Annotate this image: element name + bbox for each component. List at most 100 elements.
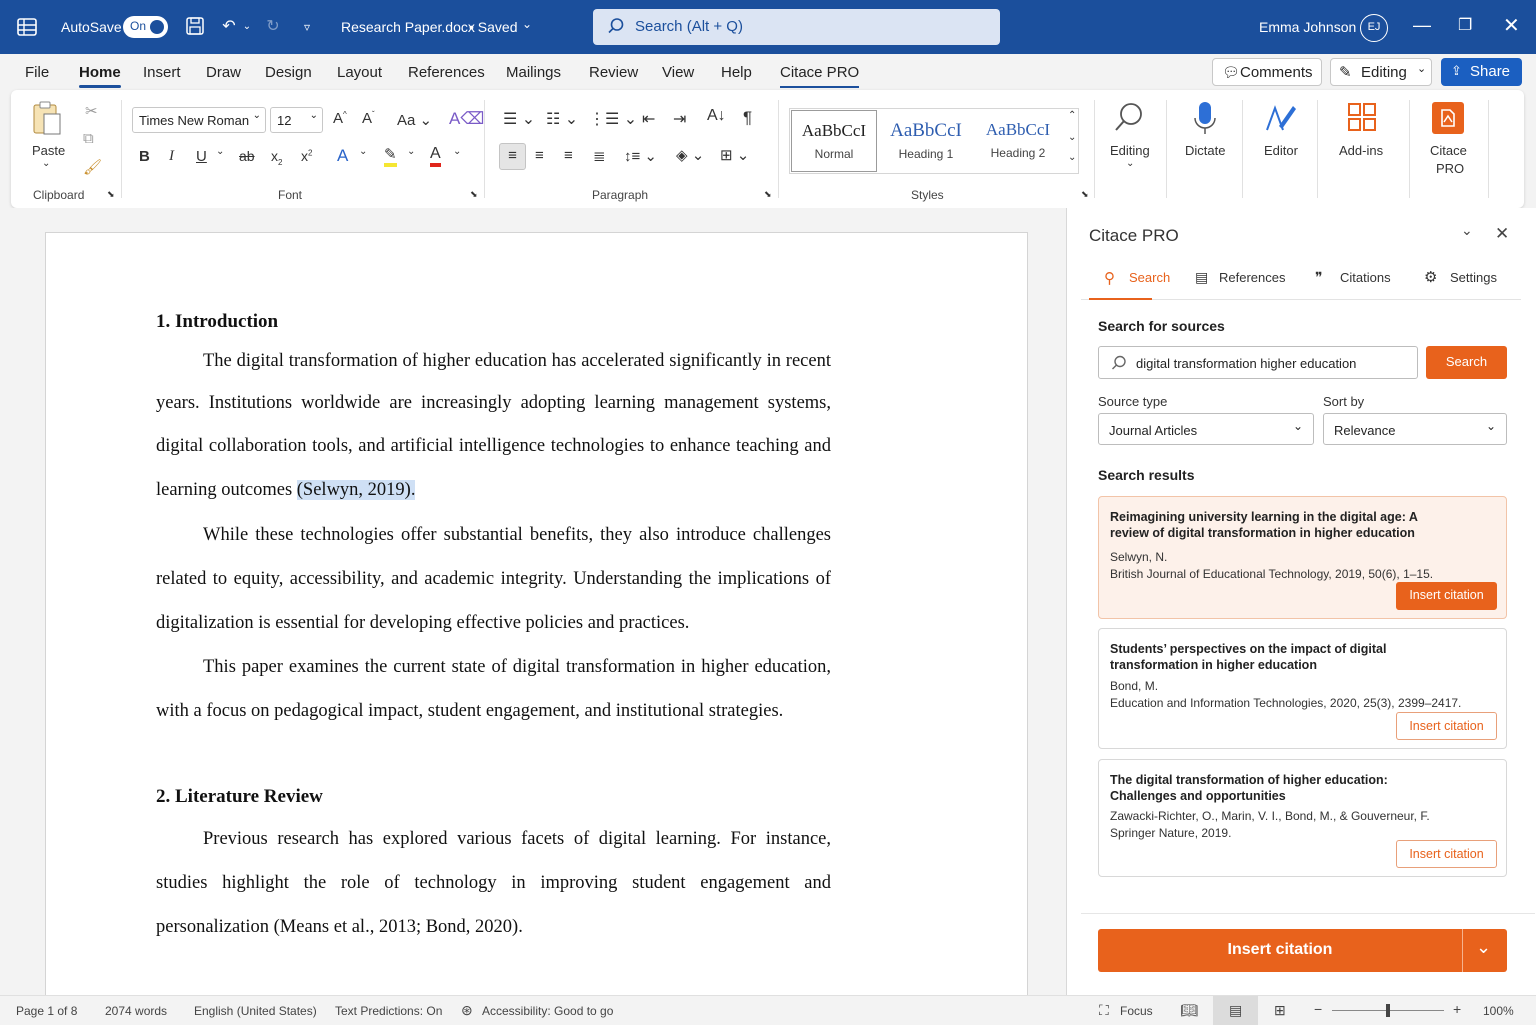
change-case-icon[interactable]: Aa ⌄ <box>397 111 432 129</box>
dialog-launcher-icon[interactable]: ⬊ <box>470 189 478 200</box>
format-painter-icon[interactable]: 🖌︎ <box>83 158 102 176</box>
tab-design[interactable]: Design <box>265 64 312 81</box>
chevron-down-icon[interactable]: ⌄ <box>1068 132 1076 143</box>
paragraph-line[interactable]: with a focus on pedagogical impact, stud… <box>156 701 831 722</box>
document-page[interactable]: 1. Introduction The digital transformati… <box>45 232 1028 1012</box>
dialog-launcher-icon[interactable]: ⬊ <box>764 189 772 200</box>
focus-label[interactable]: Focus <box>1120 1004 1153 1018</box>
document-name[interactable]: Research Paper.docx <box>341 19 475 35</box>
user-name[interactable]: Emma Johnson <box>1259 19 1356 35</box>
word-app-icon[interactable] <box>16 16 38 38</box>
dialog-launcher-icon[interactable]: ⬊ <box>1081 189 1089 200</box>
zoom-out-icon[interactable]: − <box>1314 1001 1322 1017</box>
style-heading-2[interactable]: AaBbCcI Heading 2 <box>975 110 1061 172</box>
print-layout-button[interactable]: ▤ <box>1213 996 1258 1025</box>
zoom-in-icon[interactable]: + <box>1453 1001 1461 1017</box>
strikethrough-icon[interactable]: ab <box>239 148 255 164</box>
find-icon[interactable] <box>1111 100 1147 136</box>
microphone-icon[interactable] <box>1193 100 1217 136</box>
focus-icon[interactable]: ⛶ <box>1099 1002 1109 1019</box>
web-layout-icon[interactable]: ⊞ <box>1274 1002 1286 1019</box>
read-mode-icon[interactable]: 📖︎ <box>1180 1002 1198 1019</box>
chevron-up-icon[interactable]: ⌃ <box>1068 110 1076 121</box>
search-box[interactable]: Search (Alt + Q) <box>593 9 1000 45</box>
insert-citation-button[interactable]: Insert citation <box>1396 712 1497 740</box>
page-count[interactable]: Page 1 of 8 <box>16 1004 77 1018</box>
editor-label[interactable]: Editor <box>1264 143 1298 158</box>
search-button[interactable]: Search <box>1426 346 1507 379</box>
paragraph-line[interactable]: learning outcomes (Selwyn, 2019). <box>156 480 831 501</box>
heading-introduction[interactable]: 1. Introduction <box>156 311 278 333</box>
minimize-icon[interactable]: — <box>1413 15 1431 36</box>
pane-tab-citations[interactable]: Citations <box>1340 270 1391 285</box>
line-spacing-icon[interactable]: ↕≡ ⌄ <box>624 147 657 165</box>
citace-label-pro[interactable]: PRO <box>1436 161 1464 176</box>
result-card[interactable]: The digital transformation of higher edu… <box>1098 759 1507 877</box>
text-predictions[interactable]: Text Predictions: On <box>335 1004 442 1018</box>
paragraph-line[interactable]: The digital transformation of higher edu… <box>156 351 831 372</box>
word-count[interactable]: 2074 words <box>105 1004 167 1018</box>
paragraph-line[interactable]: Previous research has explored various f… <box>156 829 831 850</box>
tab-review[interactable]: Review <box>589 64 638 81</box>
citace-label[interactable]: Citace <box>1430 143 1467 158</box>
autosave-toggle[interactable]: On <box>123 16 168 38</box>
shading-icon[interactable]: ◈ ⌄ <box>676 146 704 164</box>
bullets-icon[interactable]: ☰ ⌄ <box>503 109 535 129</box>
tab-draw[interactable]: Draw <box>206 64 241 81</box>
italic-icon[interactable]: I <box>169 148 174 165</box>
font-family-select[interactable]: Times New Roman ⌄ <box>132 107 266 133</box>
text-effects-icon[interactable]: A <box>337 146 348 166</box>
selected-citation[interactable]: (Selwyn, 2019). <box>296 480 416 500</box>
tab-insert[interactable]: Insert <box>143 64 181 81</box>
close-icon[interactable]: ✕ <box>1495 224 1509 244</box>
chevron-down-icon[interactable]: ⌄ <box>42 158 50 169</box>
redo-icon[interactable]: ↻ <box>262 16 284 38</box>
align-left-icon[interactable]: ≡ <box>499 143 526 170</box>
show-formatting-icon[interactable]: ¶ <box>743 108 752 128</box>
result-card[interactable]: Students’ perspectives on the impact of … <box>1098 628 1507 749</box>
tab-home[interactable]: Home <box>79 64 121 88</box>
paragraph-line[interactable]: This paper examines the current state of… <box>156 657 831 678</box>
chevron-down-icon[interactable]: ⌄ <box>407 146 415 157</box>
tab-help[interactable]: Help <box>721 64 752 81</box>
font-size-select[interactable]: 12 ⌄ <box>270 107 323 133</box>
zoom-level[interactable]: 100% <box>1483 1004 1514 1018</box>
citace-pro-icon[interactable] <box>1432 102 1464 134</box>
tab-file[interactable]: File <box>25 64 49 81</box>
align-center-icon[interactable]: ≡ <box>535 147 544 164</box>
chevron-down-icon[interactable]: ⌄ <box>359 146 367 157</box>
add-ins-icon[interactable] <box>1347 102 1377 132</box>
underline-icon[interactable]: U <box>196 148 207 165</box>
paragraph-line[interactable]: digitalization is essential for developi… <box>156 613 831 634</box>
paste-icon[interactable] <box>31 100 63 136</box>
customize-toolbar-icon[interactable]: ▿ <box>296 16 318 38</box>
result-card[interactable]: Reimagining university learning in the d… <box>1098 496 1507 619</box>
increase-indent-icon[interactable]: ⇥ <box>673 109 686 129</box>
close-icon[interactable]: ✕ <box>1503 13 1520 38</box>
comments-button[interactable]: 💬︎ Comments <box>1212 58 1322 86</box>
style-heading-1[interactable]: AaBbCcI Heading 1 <box>883 110 969 172</box>
clear-formatting-icon[interactable]: A⌫ <box>449 109 484 129</box>
accessibility-icon[interactable]: ⊛ <box>461 1002 473 1019</box>
undo-dropdown-icon[interactable]: ⌄ <box>240 16 254 38</box>
grow-font-icon[interactable]: A^ <box>333 110 347 127</box>
dialog-launcher-icon[interactable]: ⬊ <box>107 189 115 200</box>
paragraph-line[interactable]: related to equity, accessibility, and ac… <box>156 569 831 590</box>
superscript-icon[interactable]: x2 <box>301 148 312 164</box>
heading-literature-review[interactable]: 2. Literature Review <box>156 786 323 808</box>
tab-view[interactable]: View <box>662 64 694 81</box>
bold-icon[interactable]: B <box>139 148 150 165</box>
restore-icon[interactable]: ❐ <box>1458 15 1472 35</box>
pane-tab-settings[interactable]: Settings <box>1450 270 1497 285</box>
insert-citation-button[interactable]: Insert citation <box>1396 840 1497 868</box>
paragraph-line[interactable]: personalization (Means et al., 2013; Bon… <box>156 917 831 938</box>
editor-icon[interactable] <box>1263 100 1297 136</box>
language[interactable]: English (United States) <box>194 1004 317 1018</box>
insert-citation-button[interactable]: Insert citation <box>1396 582 1497 610</box>
source-type-select[interactable]: Journal Articles ⌄ <box>1098 413 1314 445</box>
add-ins-label[interactable]: Add-ins <box>1339 143 1383 158</box>
font-color-icon[interactable]: A <box>430 145 441 167</box>
multilevel-list-icon[interactable]: ⋮☰ ⌄ <box>589 109 637 129</box>
subscript-icon[interactable]: x2 <box>271 148 282 167</box>
avatar[interactable]: EJ <box>1360 14 1388 42</box>
